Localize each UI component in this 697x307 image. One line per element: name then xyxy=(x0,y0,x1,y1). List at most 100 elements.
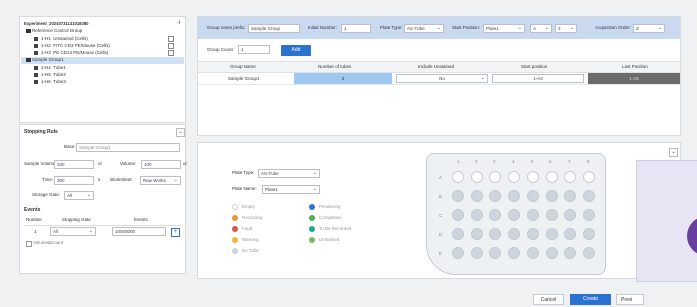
tree-group-reference[interactable]: Reference Control Group xyxy=(26,28,82,34)
tree-root-label[interactable]: Experiment_20240731141018380 xyxy=(24,21,89,26)
plate-col-label: 1 xyxy=(457,159,460,164)
prefix-input[interactable]: Sample Group xyxy=(248,24,300,33)
plate-row-label: A xyxy=(439,175,443,180)
acq-order-select[interactable]: Z ⌄ xyxy=(633,24,665,33)
start-col-value: 3 xyxy=(558,26,561,31)
create-button[interactable]: Create xyxy=(570,294,611,305)
chevron-down-icon: ⌄ xyxy=(86,192,91,198)
plate-well[interactable] xyxy=(489,209,502,221)
plate-well[interactable] xyxy=(582,228,595,240)
time-unit: s xyxy=(98,177,101,182)
storage-gate-select[interactable]: All ⌄ xyxy=(64,191,94,200)
unstained-value: No xyxy=(439,76,445,81)
row-gate-select[interactable]: All ⌄ xyxy=(50,227,96,236)
base-input[interactable]: Sample Group1 xyxy=(76,143,180,152)
plate-well[interactable] xyxy=(564,228,577,240)
plate-well[interactable] xyxy=(470,247,483,259)
row-events-input[interactable]: 10000000 xyxy=(112,227,166,236)
chevron-down-icon[interactable]: ⌄ xyxy=(669,148,678,157)
tree-item[interactable]: 1-H3 PE CD14 PE/Mouse (Cells) xyxy=(34,50,108,56)
tree-item[interactable]: 1-H1 Unstained (Cells) xyxy=(34,36,88,42)
plate-well[interactable] xyxy=(452,209,464,221)
plate-well[interactable] xyxy=(564,171,577,183)
group-count-input[interactable]: 1 xyxy=(238,45,270,54)
plate-well[interactable] xyxy=(489,228,502,240)
plate-well[interactable] xyxy=(508,209,521,221)
plate-well[interactable] xyxy=(452,247,464,259)
chevron-down-icon: ⌄ xyxy=(436,25,441,31)
sample-volume-input[interactable]: 100 xyxy=(54,160,94,169)
chevron-down-icon: ⌄ xyxy=(173,177,178,183)
plate-type-select[interactable]: AS-Tube ⌄ xyxy=(404,24,444,33)
experiment-tree-panel: Experiment_20240731141018380 -I Referenc… xyxy=(19,16,186,123)
tree-item[interactable]: 1-H5 Tube2 xyxy=(34,72,66,78)
plate-well[interactable] xyxy=(508,247,521,259)
plate-well[interactable] xyxy=(582,209,595,221)
initial-number-label: Initial Number: xyxy=(308,25,338,30)
add-row-icon[interactable]: + xyxy=(171,228,180,237)
preview-button[interactable]: Previ xyxy=(616,294,644,305)
volume-input[interactable]: 100 xyxy=(141,160,181,169)
start-plate-select[interactable]: Plate1 ⌄ xyxy=(483,24,525,33)
plate-well[interactable] xyxy=(545,247,558,259)
plate-well[interactable] xyxy=(452,190,464,202)
unstained-select[interactable]: No ⌄ xyxy=(396,74,488,83)
plate-well[interactable] xyxy=(508,190,521,202)
time-input[interactable]: 300 xyxy=(54,176,94,185)
plate-type-select-2[interactable]: AS-Tube ⌄ xyxy=(258,169,320,178)
tree-item[interactable]: 1-H4 Tube1 xyxy=(34,65,66,71)
plate-well[interactable] xyxy=(564,209,577,221)
tubes-cell[interactable]: 3 xyxy=(294,73,392,84)
plate-well[interactable] xyxy=(526,190,539,202)
plate-well[interactable] xyxy=(582,190,595,202)
chevron-down-icon: ⌄ xyxy=(480,75,485,81)
plate-well[interactable] xyxy=(489,190,502,202)
plate-well[interactable] xyxy=(545,171,558,183)
chevron-down-icon: ⌄ xyxy=(312,186,317,192)
start-col-select[interactable]: 3 ⌄ xyxy=(555,24,577,33)
plate-well[interactable] xyxy=(489,247,502,259)
edit-icon[interactable] xyxy=(168,43,174,49)
plate-well[interactable] xyxy=(452,171,464,183)
plate-well[interactable] xyxy=(526,228,539,240)
edit-icon[interactable] xyxy=(168,50,174,56)
plate-well[interactable] xyxy=(582,171,595,183)
plate-well[interactable] xyxy=(526,209,539,221)
plate-well[interactable] xyxy=(452,228,464,240)
row-number: 1 xyxy=(34,229,37,234)
plate-well[interactable] xyxy=(508,171,521,183)
collapse-panel-icon[interactable]: ⌄ xyxy=(176,128,185,137)
plate-well[interactable] xyxy=(545,190,558,202)
folder-icon xyxy=(26,58,31,62)
plate-well[interactable] xyxy=(470,190,483,202)
plate-name-select[interactable]: Plate1 ⌄ xyxy=(262,185,320,194)
tree-group-sample-selected[interactable]: Sample Group1 xyxy=(21,57,184,64)
tree-item[interactable]: 1-H6 Tube3 xyxy=(34,79,66,85)
start-position-cell[interactable]: 1-A3 xyxy=(492,74,584,83)
plate-well[interactable] xyxy=(582,247,595,259)
plate-well[interactable] xyxy=(526,171,539,183)
plate-well[interactable] xyxy=(545,228,558,240)
plate-well[interactable] xyxy=(526,247,539,259)
table-row[interactable]: Sample Group1 3 No ⌄ 1-A3 1-A5 xyxy=(198,73,680,85)
volume-label: Volume: xyxy=(120,161,137,166)
volume-count-checkbox[interactable] xyxy=(26,241,32,247)
plate-well[interactable] xyxy=(545,209,558,221)
plate-well[interactable] xyxy=(489,171,502,183)
worksheet-select[interactable]: Raw Works ⌄ xyxy=(140,176,181,185)
cancel-button[interactable]: Cancel xyxy=(533,294,564,305)
start-row-select[interactable]: A ⌄ xyxy=(530,24,552,33)
plate-well[interactable] xyxy=(470,209,483,221)
plate-well[interactable] xyxy=(470,228,483,240)
recording-status-icon xyxy=(232,215,238,221)
plate-well[interactable] xyxy=(470,171,483,183)
plate-well[interactable] xyxy=(508,228,521,240)
legend-fault: Fault xyxy=(242,226,253,231)
edit-icon[interactable] xyxy=(168,36,174,42)
collapse-all-icon[interactable]: -I xyxy=(177,21,180,26)
plate-well[interactable] xyxy=(564,247,577,259)
add-button[interactable]: Add xyxy=(281,45,311,56)
plate-well[interactable] xyxy=(564,190,577,202)
tree-item[interactable]: 1-H2 FITC CD3 PE/Mouse (Cells) xyxy=(34,43,110,49)
initial-number-input[interactable]: 1 xyxy=(341,24,371,33)
